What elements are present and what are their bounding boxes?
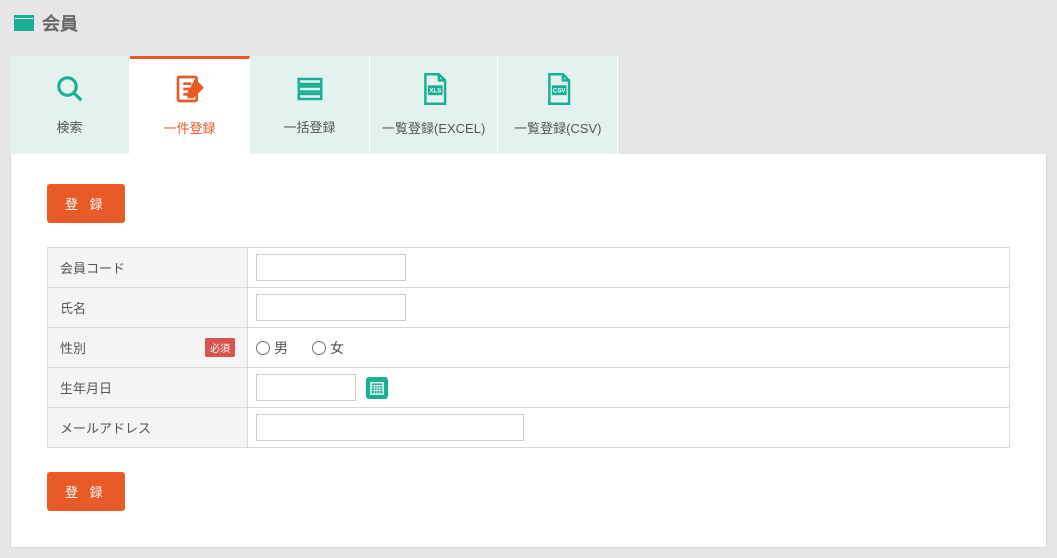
required-badge: 必須 [205,338,235,357]
gender-female-option[interactable]: 女 [312,338,344,358]
row-member-code: 会員コード [48,248,1009,288]
svg-text:CSV: CSV [553,88,567,95]
svg-text:XLS: XLS [429,88,441,95]
gender-male-option[interactable]: 男 [256,338,288,358]
tab-label: 一件登録 [163,118,215,137]
excel-file-icon: XLS [419,73,449,108]
label-name: 氏名 [48,288,248,327]
form-table: 会員コード 氏名 性別 必須 男 [47,247,1010,448]
row-name: 氏名 [48,288,1009,328]
label-email: メールアドレス [48,408,248,447]
tab-list-excel[interactable]: XLS 一覧登録(EXCEL) [370,56,498,154]
page-title: 会員 [42,10,78,36]
label-birthdate: 生年月日 [48,368,248,407]
tab-list-csv[interactable]: CSV 一覧登録(CSV) [498,56,618,154]
gender-male-radio[interactable] [256,341,270,355]
page-header: 会員 [10,10,1047,36]
birthdate-input[interactable] [256,374,356,401]
stack-icon [295,74,325,107]
calendar-button[interactable] [366,377,388,399]
email-input[interactable] [256,414,524,441]
member-code-input[interactable] [256,254,406,281]
window-icon [14,15,34,31]
row-gender: 性別 必須 男 女 [48,328,1009,368]
tab-label: 一括登録 [283,117,335,136]
edit-icon [174,73,206,108]
calendar-icon [370,381,384,395]
search-icon [55,74,85,107]
tab-single-register[interactable]: 一件登録 [130,56,250,154]
name-input[interactable] [256,294,406,321]
tab-label: 一覧登録(EXCEL) [382,118,485,137]
csv-file-icon: CSV [543,73,573,108]
tabs-bar: 検索 一件登録 一括登録 XLS 一覧登録(EXCEL) CSV 一覧登録(CS… [10,56,1047,154]
label-member-code: 会員コード [48,248,248,287]
row-email: メールアドレス [48,408,1009,447]
content-panel: 登 録 会員コード 氏名 性別 必須 [10,154,1047,548]
tab-search[interactable]: 検索 [10,56,130,154]
tab-label: 検索 [56,117,82,136]
register-button-bottom[interactable]: 登 録 [47,472,125,511]
tab-bulk-register[interactable]: 一括登録 [250,56,370,154]
row-birthdate: 生年月日 [48,368,1009,408]
label-gender: 性別 必須 [48,328,248,367]
register-button-top[interactable]: 登 録 [47,184,125,223]
gender-female-radio[interactable] [312,341,326,355]
tab-label: 一覧登録(CSV) [514,118,601,137]
